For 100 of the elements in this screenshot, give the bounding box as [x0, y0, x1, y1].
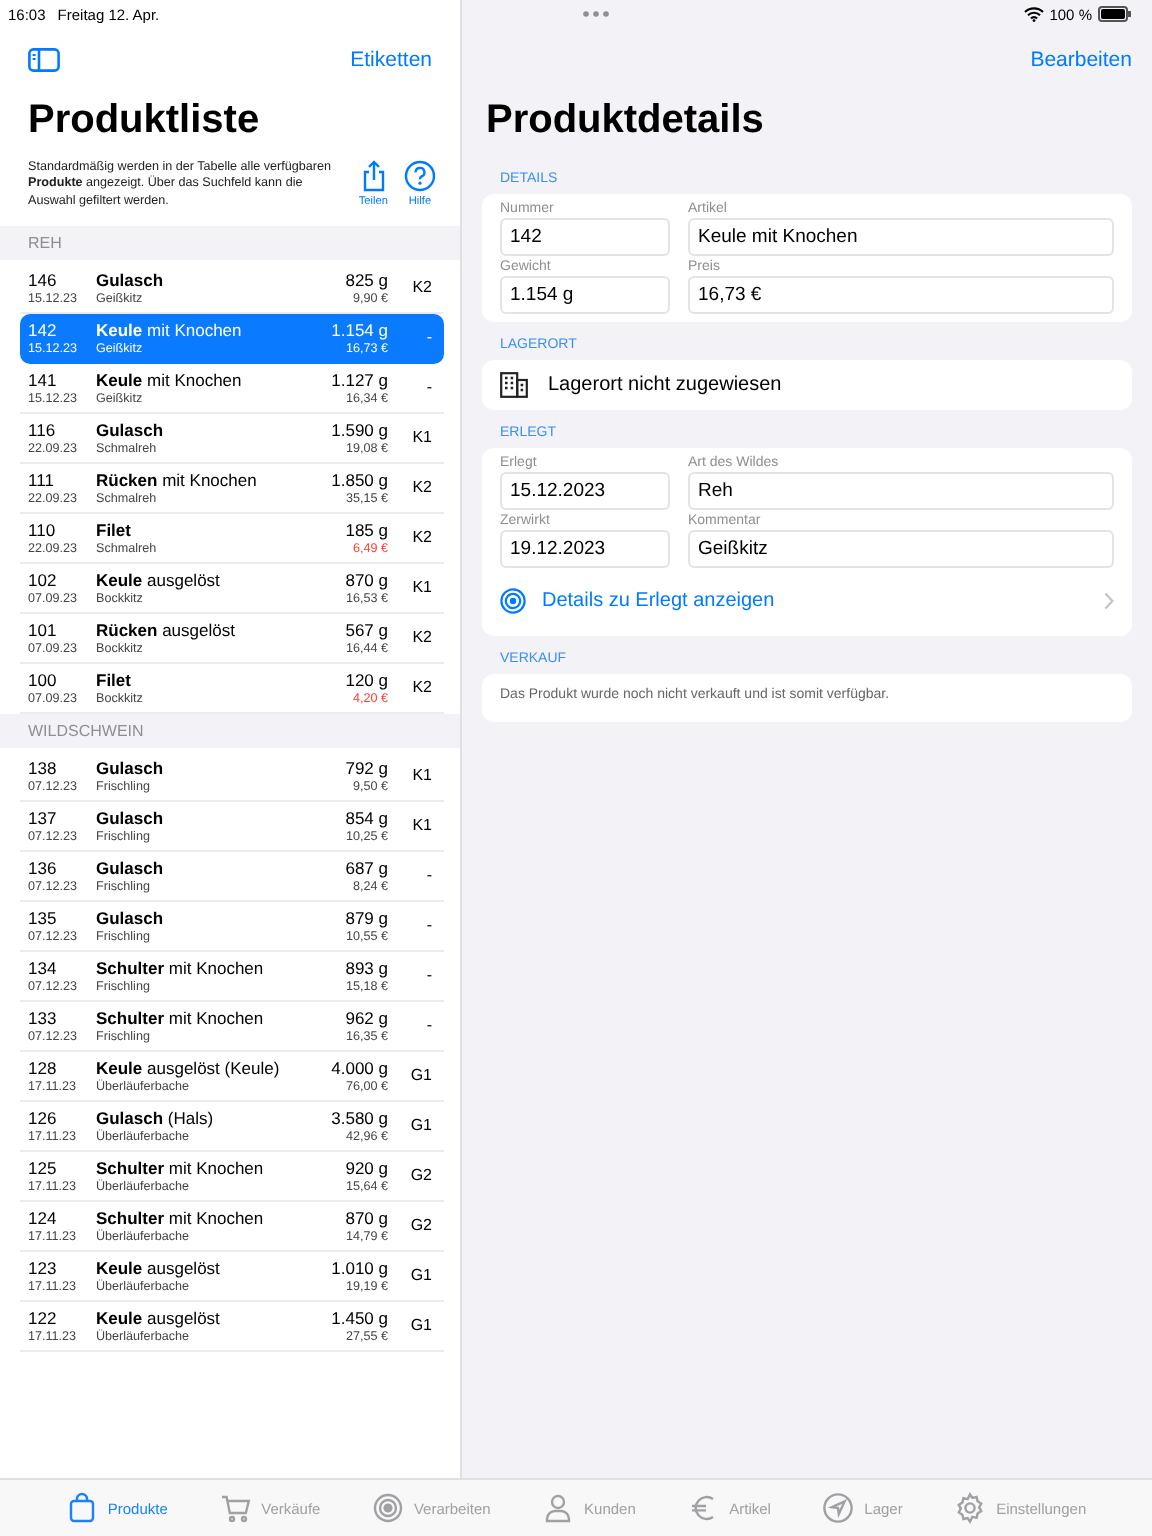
product-number: 111 [28, 469, 56, 490]
product-weight: 920 g [345, 1157, 388, 1178]
product-name: Rücken mit Knochen [96, 469, 259, 490]
product-number: 102 [28, 569, 59, 590]
product-grade: - [424, 916, 434, 935]
person-icon [542, 1492, 575, 1524]
product-grade: G1 [408, 1316, 434, 1335]
product-number: 142 [28, 319, 59, 340]
detail-title: Produktdetails [484, 96, 766, 146]
product-name: Schulter mit Knochen [96, 1207, 266, 1228]
product-number: 126 [28, 1107, 59, 1128]
product-grade: - [424, 1016, 434, 1035]
input-field[interactable]: 1.154 g [500, 276, 670, 314]
settings-icon [954, 1492, 987, 1524]
product-name: Keule mit Knochen [96, 319, 244, 340]
product-name: Gulasch [96, 807, 166, 828]
product-grade: G1 [408, 1116, 434, 1135]
product-name: Schulter mit Knochen [96, 957, 266, 978]
edit-button[interactable]: Bearbeiten [1030, 48, 1132, 72]
input-field[interactable]: Reh [688, 472, 1114, 510]
input-field[interactable]: Keule mit Knochen [688, 218, 1114, 256]
input-field[interactable]: Geißkitz [688, 530, 1114, 568]
product-name: Keule ausgelöst [96, 1307, 222, 1328]
product-grade: K1 [410, 816, 434, 835]
product-grade: - [424, 378, 434, 397]
product-name: Gulasch [96, 757, 166, 778]
product-number: 110 [28, 519, 58, 540]
product-number: 101 [28, 619, 59, 640]
product-grade: K2 [410, 278, 434, 297]
product-grade: G1 [408, 1066, 434, 1085]
product-weight: 962 g [345, 1007, 388, 1028]
product-grade: - [424, 866, 434, 885]
target-icon [371, 1492, 404, 1524]
product-name: Schulter mit Knochen [96, 1007, 266, 1028]
product-weight: 4.000 g [331, 1057, 388, 1078]
product-number: 146 [28, 269, 59, 290]
sidebar-icon[interactable] [28, 48, 60, 72]
product-grade: K2 [410, 478, 434, 497]
labels-button[interactable]: Etiketten [350, 48, 432, 72]
product-name: Gulasch [96, 419, 166, 440]
product-weight: 1.850 g [331, 469, 388, 490]
product-grade: K2 [410, 678, 434, 697]
product-name: Rücken ausgelöst [96, 619, 237, 640]
product-number: 123 [28, 1257, 59, 1278]
product-grade: K1 [410, 428, 434, 447]
product-number: 137 [28, 807, 59, 828]
product-number: 116 [28, 419, 58, 440]
product-number: 134 [28, 957, 59, 978]
product-number: 124 [28, 1207, 59, 1228]
input-field[interactable]: 19.12.2023 [500, 530, 670, 568]
product-number: 133 [28, 1007, 59, 1028]
cart-icon [219, 1492, 252, 1524]
product-grade: K1 [410, 766, 434, 785]
input-field[interactable]: 15.12.2023 [500, 472, 670, 510]
battery-icon [1098, 6, 1132, 22]
product-name: Gulasch [96, 907, 166, 928]
chevron-right-icon [1104, 592, 1114, 610]
product-weight: 854 g [345, 807, 388, 828]
product-grade: - [424, 328, 434, 347]
product-grade: - [424, 966, 434, 985]
product-weight: 893 g [345, 957, 388, 978]
product-weight: 825 g [345, 269, 388, 290]
product-name: Gulasch [96, 857, 166, 878]
product-number: 141 [28, 369, 59, 390]
list-title: Produktliste [26, 96, 262, 146]
product-name: Keule ausgelöst [96, 1257, 222, 1278]
input-field[interactable]: 142 [500, 218, 670, 256]
product-number: 128 [28, 1057, 59, 1078]
location-text: Lagerort nicht zugewiesen [548, 374, 782, 396]
product-name: Keule mit Knochen [96, 369, 244, 390]
product-grade: G2 [408, 1166, 434, 1185]
product-weight: 1.127 g [331, 369, 388, 390]
product-weight: 3.580 g [331, 1107, 388, 1128]
section-header: REH [0, 225, 460, 260]
product-weight: 1.450 g [331, 1307, 388, 1328]
product-weight: 1.590 g [331, 419, 388, 440]
input-field[interactable]: 16,73 € [688, 276, 1114, 314]
product-weight: 1.010 g [331, 1257, 388, 1278]
product-weight: 870 g [345, 1207, 388, 1228]
product-name: Keule ausgelöst [96, 569, 222, 590]
product-weight: 1.154 g [331, 319, 388, 340]
multitask-icon[interactable] [582, 10, 610, 18]
product-grade: K2 [410, 628, 434, 647]
product-grade: G2 [408, 1216, 434, 1235]
erlegt-details-link[interactable]: Details zu Erlegt anzeigen [542, 590, 1088, 612]
target-icon [500, 588, 526, 614]
product-number: 122 [28, 1307, 59, 1328]
section-header: WILDSCHWEIN [0, 713, 460, 748]
building-icon [500, 372, 528, 398]
product-weight: 567 g [345, 619, 388, 640]
product-name: Filet [96, 669, 133, 690]
product-number: 136 [28, 857, 59, 878]
product-weight: 870 g [345, 569, 388, 590]
product-number: 138 [28, 757, 59, 778]
product-number: 135 [28, 907, 59, 928]
product-weight: 687 g [345, 857, 388, 878]
product-grade: K1 [410, 578, 434, 597]
product-weight: 185 g [345, 519, 388, 540]
product-weight: 792 g [345, 757, 388, 778]
product-name: Gulasch [96, 269, 166, 290]
